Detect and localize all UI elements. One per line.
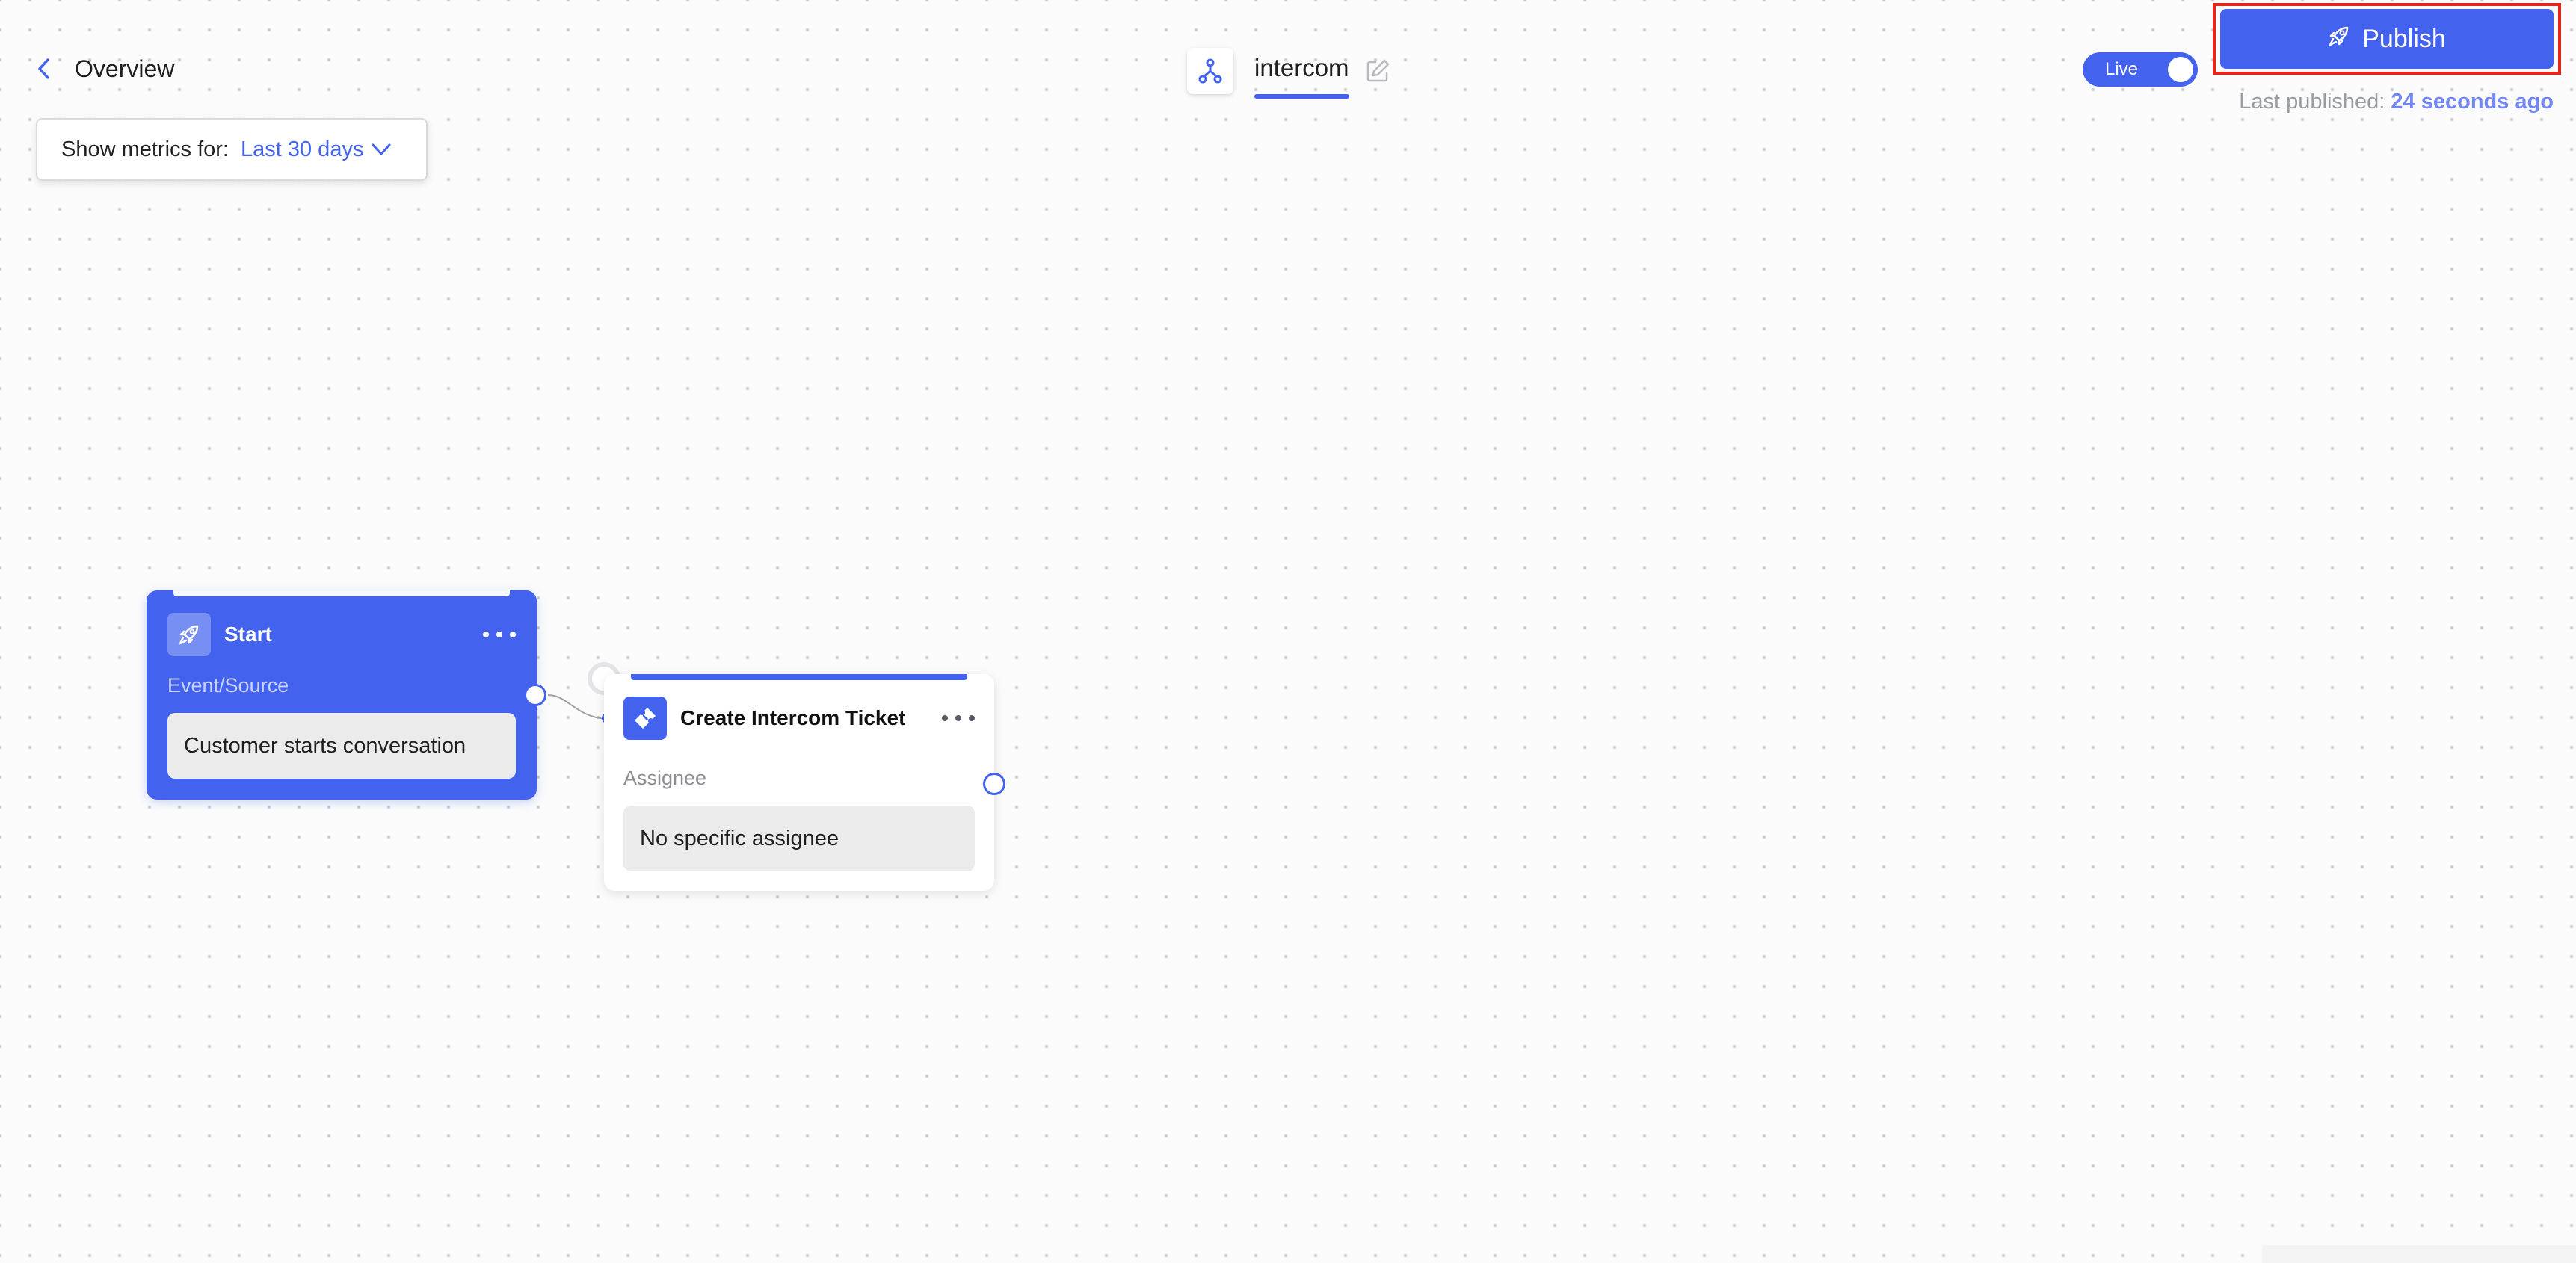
- start-node-title: Start: [224, 623, 272, 646]
- pencil-square-icon[interactable]: [1364, 58, 1391, 84]
- start-node[interactable]: Start Event/Source Customer starts conve…: [147, 590, 537, 800]
- last-published-status: Last published: 24 seconds ago: [2239, 90, 2554, 114]
- flow-branch-icon: [1187, 48, 1233, 94]
- metrics-selected-value: Last 30 days: [241, 137, 364, 161]
- rocket-icon: [167, 613, 211, 656]
- ticket-node-field-label: Assignee: [623, 767, 707, 789]
- live-toggle-label: Live: [2105, 59, 2139, 79]
- create-intercom-ticket-node[interactable]: Create Intercom Ticket Assignee No speci…: [604, 674, 994, 891]
- start-node-field-label: Event/Source: [167, 674, 289, 697]
- ticket-node-header: Create Intercom Ticket: [623, 697, 975, 740]
- start-node-header: Start: [167, 613, 516, 656]
- node-top-bar: [173, 590, 510, 596]
- metrics-period-dropdown[interactable]: Show metrics for: Last 30 days: [36, 118, 428, 181]
- toggle-knob: [2168, 57, 2193, 82]
- publish-button[interactable]: Publish: [2220, 9, 2554, 69]
- ticket-node-title: Create Intercom Ticket: [680, 706, 906, 729]
- live-toggle[interactable]: Live: [2083, 52, 2198, 87]
- flow-canvas[interactable]: Overview Show metrics for: Last 30 days …: [0, 0, 2576, 1263]
- ticket-node-assignee[interactable]: No specific assignee: [623, 806, 975, 871]
- ticket-icon: [623, 697, 667, 740]
- last-published-label: Last published:: [2239, 90, 2385, 114]
- canvas-corner: [2262, 1245, 2576, 1263]
- rocket-icon: [2328, 25, 2350, 54]
- ellipsis-icon[interactable]: [483, 623, 516, 646]
- start-node-event-source[interactable]: Customer starts conversation: [167, 713, 516, 779]
- flow-title-bar: intercom: [1187, 46, 1391, 99]
- last-published-time: 24 seconds ago: [2391, 90, 2554, 114]
- node-top-bar: [631, 674, 967, 680]
- start-node-output-port[interactable]: [524, 684, 546, 706]
- publish-button-label: Publish: [2362, 24, 2446, 53]
- ellipsis-icon[interactable]: [942, 707, 975, 729]
- back-to-overview-link[interactable]: Overview: [33, 48, 174, 90]
- back-link-label: Overview: [75, 55, 175, 82]
- ticket-node-output-port[interactable]: [983, 773, 1005, 795]
- chevron-down-icon: [371, 141, 392, 158]
- chevron-left-icon: [33, 58, 55, 80]
- metrics-label: Show metrics for:: [61, 137, 229, 161]
- flow-title[interactable]: intercom: [1254, 54, 1349, 99]
